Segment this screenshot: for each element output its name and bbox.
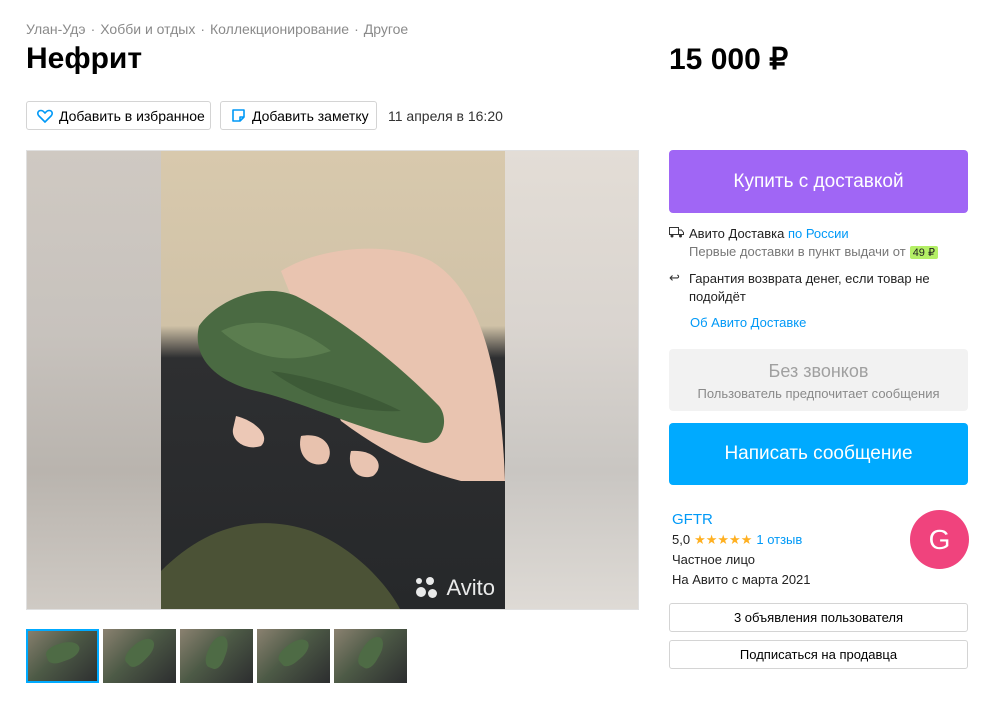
thumbnail[interactable] (103, 629, 176, 683)
no-calls-subtitle: Пользователь предпочитает сообщения (697, 386, 940, 401)
delivery-first-note: Первые доставки в пункт выдачи от (689, 244, 906, 259)
seller-avatar[interactable]: G (910, 510, 969, 569)
write-message-button[interactable]: Написать сообщение (669, 423, 968, 485)
avito-watermark-label: Avito (446, 575, 495, 600)
add-to-favorites-button[interactable]: Добавить в избранное (26, 101, 211, 130)
add-note-button[interactable]: Добавить заметку (220, 101, 377, 130)
seller-rating: 5,0 (672, 532, 691, 547)
thumbnail[interactable] (257, 629, 330, 683)
seller-since: На Авито с марта 2021 (672, 572, 811, 587)
add-note-label: Добавить заметку (252, 107, 369, 124)
delivery-title: Авито Доставка (689, 226, 785, 241)
add-to-favorites-label: Добавить в избранное (59, 107, 205, 124)
thumbnail-strip (26, 629, 407, 683)
thumbnail[interactable] (26, 629, 99, 683)
gallery-blur-right (503, 151, 638, 609)
rating-stars: ★★★★★ (694, 532, 753, 547)
guarantee-line: ↩ Гарантия возврата денег, если товар не… (669, 270, 969, 306)
gallery-blur-left (27, 151, 161, 609)
avito-logo-icon (414, 575, 440, 601)
about-delivery-link[interactable]: Об Авито Доставке (690, 315, 806, 330)
breadcrumb-item-collecting[interactable]: Коллекционирование (210, 21, 349, 37)
main-photo[interactable]: Avito (161, 151, 505, 609)
breadcrumb: Улан-Удэ · Хобби и отдых · Коллекциониро… (26, 21, 408, 37)
item-price: 15 000 ₽ (669, 43, 789, 76)
no-calls-title: Без звонков (768, 361, 869, 381)
jade-stone-photo (161, 248, 505, 609)
breadcrumb-separator: · (90, 21, 96, 37)
delivery-price-badge: 49 ₽ (909, 246, 938, 259)
breadcrumb-item-hobby[interactable]: Хобби и отдых (100, 21, 195, 37)
delivery-region-link[interactable]: по России (788, 226, 849, 241)
avito-watermark: Avito (414, 575, 495, 601)
breadcrumb-item-other[interactable]: Другое (364, 21, 408, 37)
seller-name[interactable]: GFTR (672, 510, 811, 530)
page-title: Нефрит (26, 42, 143, 75)
seller-type: Частное лицо (672, 552, 755, 567)
breadcrumb-item-city[interactable]: Улан-Удэ (26, 21, 86, 37)
buy-with-delivery-button[interactable]: Купить с доставкой (669, 150, 968, 213)
return-arrow-icon: ↩ (669, 270, 680, 285)
breadcrumb-separator: · (200, 21, 206, 37)
seller-listings-button[interactable]: 3 объявления пользователя (669, 603, 968, 632)
truck-icon (669, 226, 689, 241)
delivery-info: Авито Доставка по России Первые доставки… (669, 226, 969, 330)
breadcrumb-separator: · (354, 21, 359, 37)
delivery-line: Авито Доставка по России Первые доставки… (669, 226, 969, 259)
no-calls-notice: Без звонков Пользователь предпочитает со… (669, 349, 968, 411)
publish-date: 11 апреля в 16:20 (388, 108, 503, 124)
thumbnail[interactable] (180, 629, 253, 683)
seller-info: GFTR 5,0 ★★★★★ 1 отзыв Частное лицо На Ави… (672, 510, 811, 590)
thumbnail[interactable] (334, 629, 407, 683)
guarantee-text: Гарантия возврата денег, если товар не п… (689, 271, 930, 304)
heart-icon (37, 108, 53, 124)
subscribe-seller-button[interactable]: Подписаться на продавца (669, 640, 968, 669)
photo-gallery[interactable]: Avito (26, 150, 639, 610)
note-icon (231, 108, 246, 124)
seller-reviews-link[interactable]: 1 отзыв (756, 532, 802, 547)
